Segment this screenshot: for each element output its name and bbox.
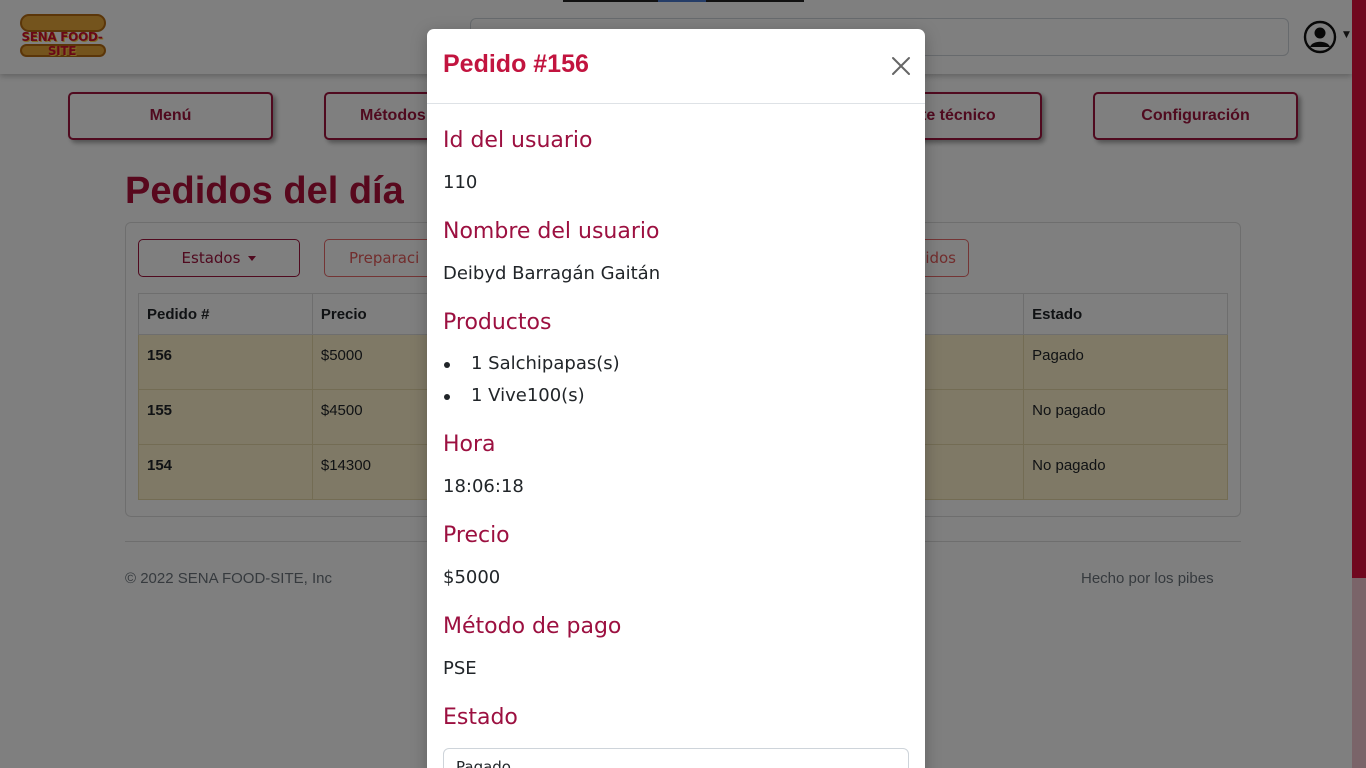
- payment-method-label: Método de pago: [443, 614, 622, 639]
- modal-title: Pedido #156: [443, 50, 589, 78]
- status-select[interactable]: Pagado: [443, 748, 909, 768]
- user-id-label: Id del usuario: [443, 128, 593, 153]
- list-item: 1 Vive100(s): [443, 383, 620, 415]
- products-list: 1 Salchipapas(s) 1 Vive100(s): [443, 351, 620, 415]
- user-name-label: Nombre del usuario: [443, 219, 660, 244]
- user-id-value: 110: [443, 172, 478, 193]
- modal-header: Pedido #156: [427, 29, 925, 104]
- payment-method-value: PSE: [443, 658, 477, 679]
- order-detail-modal: Pedido #156 Id del usuario 110 Nombre de…: [427, 29, 925, 768]
- user-name-value: Deibyd Barragán Gaitán: [443, 263, 661, 284]
- price-value: $5000: [443, 567, 501, 588]
- status-label: Estado: [443, 705, 518, 730]
- time-value: 18:06:18: [443, 476, 524, 497]
- close-icon[interactable]: [889, 54, 913, 78]
- time-label: Hora: [443, 432, 496, 457]
- list-item: 1 Salchipapas(s): [443, 351, 620, 383]
- products-label: Productos: [443, 310, 552, 335]
- price-label: Precio: [443, 523, 510, 548]
